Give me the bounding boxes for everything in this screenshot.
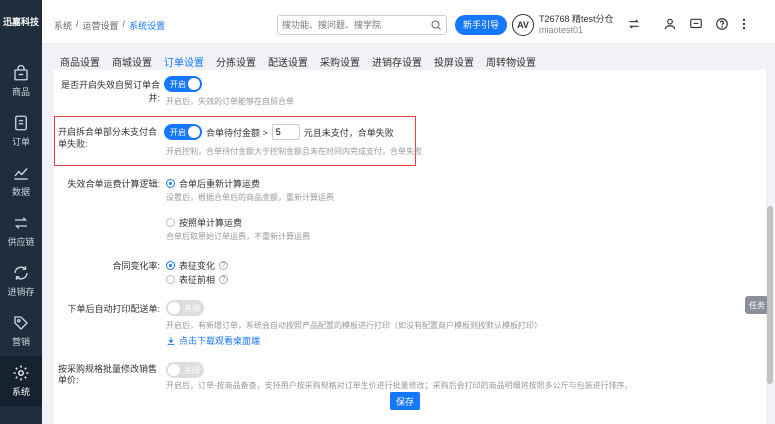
- freight-option-recalc[interactable]: 合单后重新计算运费: [166, 177, 260, 190]
- partial-pay-switch[interactable]: 开启: [164, 124, 202, 140]
- account-sub: miaotest01: [539, 25, 584, 35]
- freight-label: 失效合单运费计算逻辑:: [67, 179, 160, 189]
- account-name: T26768 精test分仓: [539, 14, 614, 24]
- download-link-label: 点击下载观看桌面端: [179, 336, 261, 346]
- search-box[interactable]: [277, 15, 447, 35]
- search-icon[interactable]: [430, 19, 442, 31]
- partial-pay-pre: 合单待付金额 >: [206, 127, 268, 138]
- sidebar-item-orders[interactable]: 订单: [0, 106, 42, 156]
- exchange-icon: [14, 217, 28, 229]
- guide-button[interactable]: 新手引导: [455, 15, 508, 35]
- logo: 迅嘉科技: [2, 16, 39, 27]
- save-button[interactable]: 保存: [390, 392, 420, 410]
- auto-print-desc: 开启后，有新增订单，系统会自动按照产品配置的模板进行打印（如没有配置商户模板则按…: [166, 321, 542, 330]
- sidebar-item-label: 进销存: [7, 287, 35, 297]
- merge-change-option-2-label: 表征前相: [179, 275, 216, 285]
- merge-unpaid-switch[interactable]: 开启: [164, 76, 202, 92]
- merge-unpaid-label: 是否开启失效自贸订单合并:: [60, 80, 160, 103]
- search-input[interactable]: [282, 20, 430, 30]
- sidebar-item-system[interactable]: 系统: [0, 356, 42, 406]
- sidebar-item-label: 供应链: [7, 237, 35, 247]
- user-icon[interactable]: [662, 16, 678, 32]
- sidebar-item-label: 订单: [11, 137, 30, 147]
- sidebar-item-label: 数据: [11, 187, 30, 197]
- merge-change-option-2[interactable]: 表征前相 ?: [166, 273, 229, 286]
- freight-option-recalc-label: 合单后重新计算运费: [179, 179, 261, 189]
- purchase-spec-label: 按采购规格批量修改销售单价:: [58, 364, 158, 385]
- radio-dot[interactable]: [166, 179, 175, 188]
- freight-option-single-desc: 合单后取原始订单运费，不重新计算运费: [166, 232, 310, 241]
- account-info[interactable]: T26768 精test分仓 miaotest01: [539, 14, 614, 36]
- order-list-icon: [15, 115, 27, 131]
- gear-icon: [13, 365, 29, 381]
- chart-line-icon: [14, 168, 28, 180]
- breadcrumb-sep: /: [76, 19, 79, 29]
- download-desktop-link[interactable]: 点击下载观看桌面端: [166, 334, 260, 347]
- sidebar-item-label: 商品: [11, 87, 30, 97]
- merge-unpaid-desc: 开启后，失效的订单能够在自贸合单: [166, 97, 294, 106]
- purchase-spec-switch[interactable]: 关闭: [166, 362, 204, 378]
- auto-print-label: 下单后自动打印配送单:: [67, 304, 160, 314]
- help-icon[interactable]: ?: [219, 275, 229, 284]
- purchase-spec-desc: 开启后，订单-按商品备查，支持用户按采购规格对订单生价进行批量修改；采购后会打印…: [166, 381, 633, 390]
- download-icon: [167, 336, 175, 345]
- more-menu-icon[interactable]: [736, 16, 752, 32]
- message-icon[interactable]: [688, 16, 704, 32]
- breadcrumb-item[interactable]: 运营设置: [83, 19, 119, 32]
- breadcrumb-current: 系统设置: [129, 21, 166, 31]
- scrollbar[interactable]: [767, 206, 773, 384]
- avatar[interactable]: AV: [512, 14, 534, 36]
- freight-option-recalc-desc: 设置后，根据合单后的商品金额，重新计算运费: [166, 193, 334, 202]
- breadcrumb: 系统 / 运营设置 / 系统设置: [54, 19, 165, 32]
- tag-icon: [14, 316, 28, 330]
- breadcrumb-sep: /: [122, 19, 126, 29]
- task-float-tab[interactable]: 任务: [745, 296, 769, 314]
- switch-account-icon[interactable]: [626, 16, 642, 32]
- merge-change-option-1[interactable]: 表征变化 ?: [166, 259, 229, 272]
- merge-change-option-1-label: 表征变化: [179, 261, 216, 271]
- sidebar-item-inventory[interactable]: 进销存: [0, 256, 42, 306]
- cycle-icon: [14, 266, 28, 280]
- radio-dot[interactable]: [166, 218, 175, 227]
- partial-pay-label: 开启拆合单部分未支付合单失败:: [58, 127, 158, 149]
- freight-option-single[interactable]: 按照单计算运费: [166, 216, 242, 229]
- partial-pay-amount-input[interactable]: [271, 124, 300, 140]
- settings-panel: 是否开启失效自贸订单合并: 开启 开启后，失效的订单能够在自贸合单 开启拆合单部…: [54, 70, 766, 424]
- partial-pay-desc: 开启控制，合单待付金额大于控制金额且未在时间内完成支付，合单失败: [166, 147, 422, 156]
- partial-pay-post: 元且未支付，合单失败: [303, 127, 394, 138]
- sidebar-item-label: 营销: [11, 337, 30, 347]
- sidebar-item-goods[interactable]: 商品: [0, 56, 42, 106]
- breadcrumb-item[interactable]: 系统: [54, 19, 72, 32]
- top-header: 系统 / 运营设置 / 系统设置 新手引导 AV T26768 精test分仓 …: [42, 0, 775, 44]
- sidebar-item-data[interactable]: 数据: [0, 156, 42, 206]
- radio-dot[interactable]: [166, 275, 175, 284]
- merge-change-label: 合同变化率:: [112, 261, 160, 271]
- help-icon[interactable]: ?: [219, 261, 229, 270]
- auto-print-switch[interactable]: 关闭: [166, 300, 204, 316]
- sidebar-item-label: 系统: [11, 387, 30, 397]
- radio-dot[interactable]: [166, 261, 175, 270]
- freight-option-single-label: 按照单计算运费: [179, 218, 243, 228]
- shopping-bag-icon: [14, 64, 28, 81]
- help-icon[interactable]: [714, 16, 730, 32]
- sidebar-item-supply[interactable]: 供应链: [0, 206, 42, 256]
- sidebar-item-marketing[interactable]: 营销: [0, 306, 42, 356]
- sidebar: 迅嘉科技 商品 订单 数据 供应链 进销存 营销 系统: [0, 0, 42, 424]
